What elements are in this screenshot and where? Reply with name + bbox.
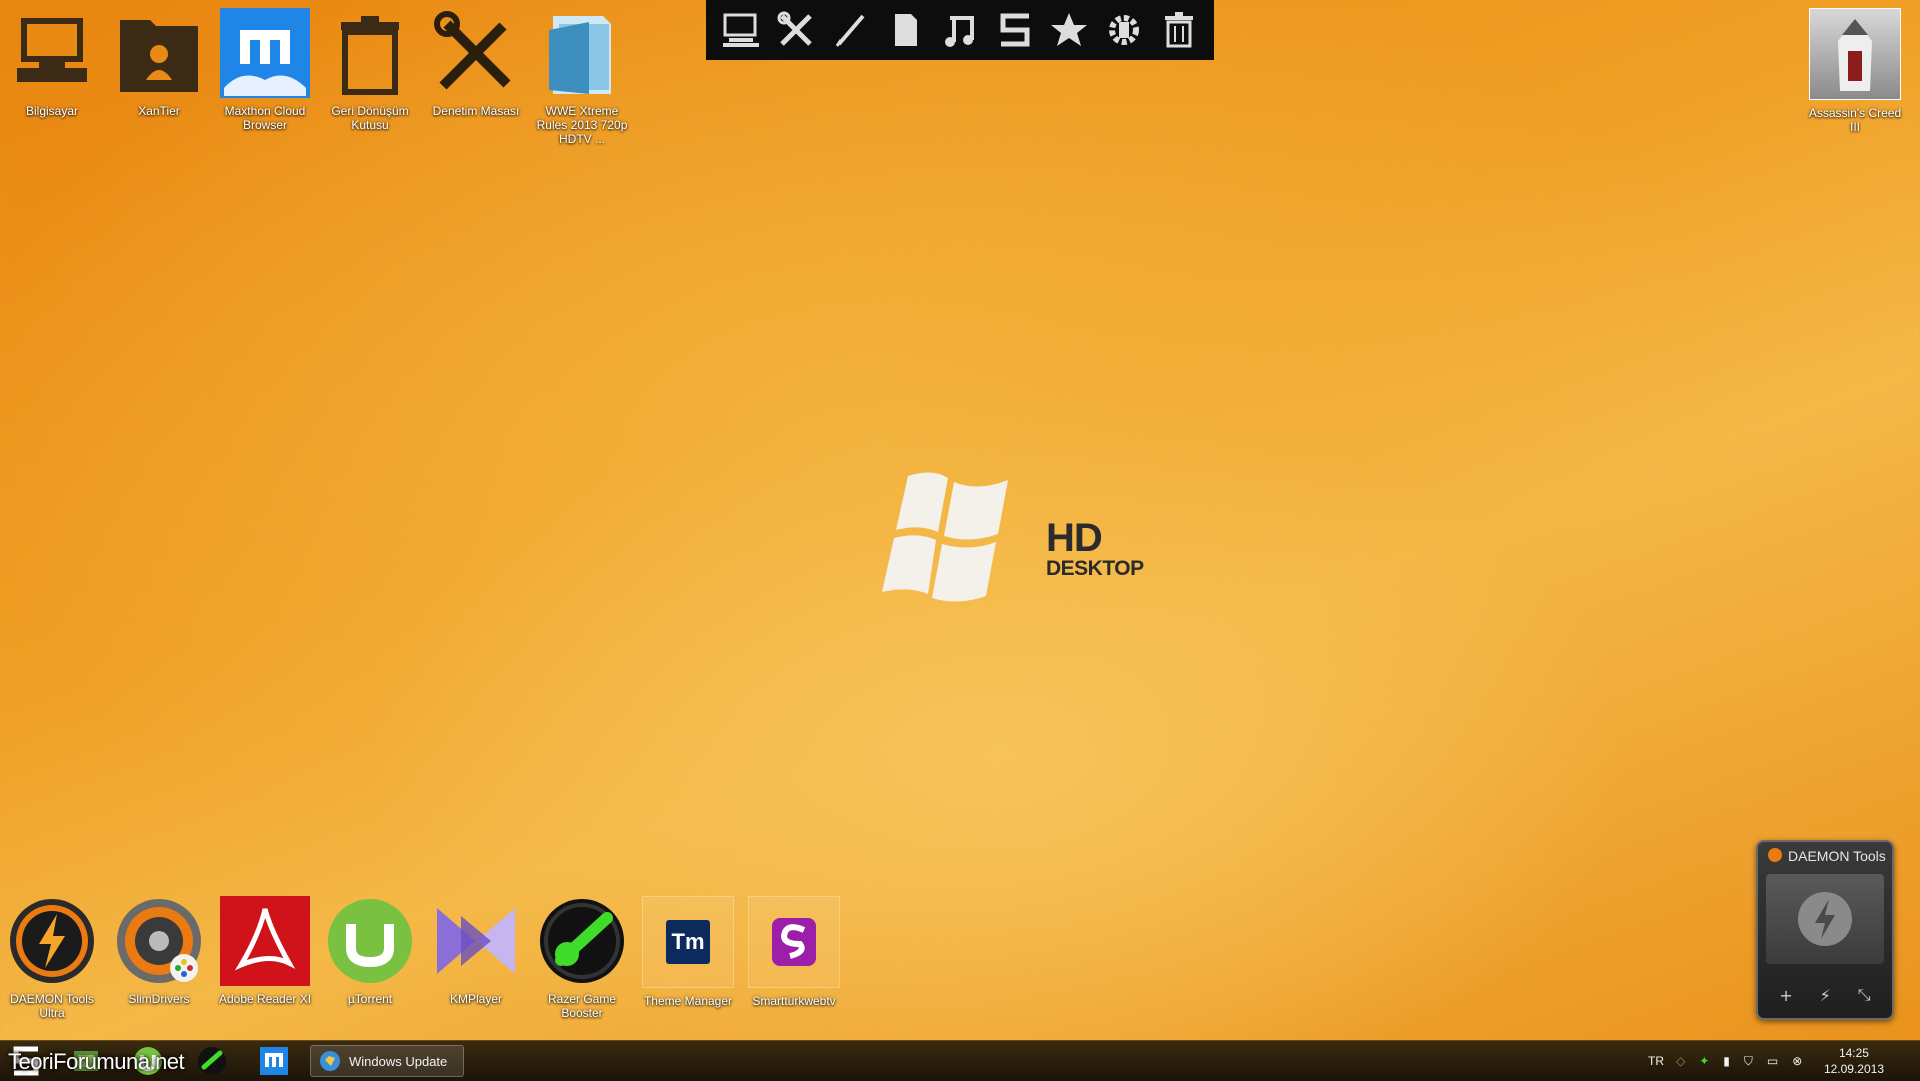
daemon-quick-mount-button[interactable]: ⚡ [1820, 986, 1831, 1005]
desktop-icon-label: DAEMON Tools Ultra [10, 992, 94, 1020]
razer-game-booster-icon [198, 1047, 226, 1075]
toolbar-settings-icon[interactable] [1102, 8, 1146, 52]
control-panel-icon [431, 8, 521, 98]
taskbar-pinned-razer[interactable] [196, 1045, 228, 1077]
desktop-icon-slimdrivers[interactable]: SlimDrivers [109, 896, 209, 1006]
daemon-widget-logo-icon [1768, 848, 1782, 862]
toolbar-music-icon[interactable] [938, 8, 982, 52]
daemon-tools-icon [7, 896, 97, 986]
desktop-icon-kmplayer[interactable]: KMPlayer [426, 896, 526, 1006]
desktop-icon-utorrent[interactable]: µTorrent [320, 896, 420, 1006]
tray-volume-icon[interactable]: ⊗ [1792, 1054, 1802, 1068]
desktop-icon-label: Theme Manager [643, 994, 733, 1008]
desktop-icon-computer[interactable]: Bilgisayar [2, 8, 102, 118]
desktop-icon-label: Bilgisayar [25, 104, 79, 118]
toolbar-star-icon[interactable] [1047, 8, 1091, 52]
toolbar-trash-icon[interactable] [1157, 8, 1201, 52]
top-launcher-bar [706, 0, 1214, 60]
desktop-icon-smartturkwebtv[interactable]: Smarttürkwebtv [744, 896, 844, 1008]
clock-date: 12.09.2013 [1823, 1062, 1884, 1076]
clock-time: 14:25 [1838, 1046, 1869, 1060]
desktop-icon-folder[interactable]: WWE Xtreme Rules 2013 720p HDTV ... [532, 8, 632, 146]
system-tray: ◇ ✦ ▮ ⛉ ▭ ⊗ [1676, 1041, 1802, 1081]
daemon-add-button[interactable]: + [1779, 986, 1792, 1005]
watermark-text: TeoriForumuna.net [8, 1049, 185, 1074]
razer-game-booster-icon [537, 896, 627, 986]
kmplayer-icon [431, 896, 521, 986]
tray-usb-icon[interactable]: ▮ [1723, 1054, 1730, 1068]
tray-network-icon[interactable]: ▭ [1767, 1054, 1778, 1068]
wallpaper-hd: HD [1046, 516, 1103, 560]
desktop-icon-daemon-tools[interactable]: DAEMON Tools Ultra [2, 896, 102, 1020]
desktop-icon-label: WWE Xtreme Rules 2013 720p HDTV ... [536, 104, 628, 146]
adobe-reader-icon [220, 896, 310, 986]
lightning-icon [1798, 892, 1852, 946]
desktop-icon-label: SlimDrivers [128, 992, 190, 1006]
desktop-icon-user-folder[interactable]: XanTier [109, 8, 209, 118]
desktop-icon-label: Geri Dönüşüm Kutusu [331, 104, 409, 132]
toolbar-tools-icon[interactable] [774, 8, 818, 52]
theme-manager-icon: Tm [642, 896, 734, 988]
daemon-widget-buttons: + ⚡ ⤡ [1766, 980, 1884, 1010]
wallpaper-desktop: DESKTOP [1046, 557, 1144, 580]
tray-razer-icon[interactable]: ✦ [1699, 1054, 1709, 1068]
maxthon-icon [260, 1047, 288, 1075]
desktop-icon-label: Smarttürkwebtv [752, 994, 836, 1008]
desktop-icon-maxthon[interactable]: Maxthon Cloud Browser [215, 8, 315, 132]
desktop-icon-label: µTorrent [347, 992, 393, 1006]
tray-chevron-icon[interactable]: ◇ [1676, 1054, 1685, 1068]
slimdrivers-icon [114, 896, 204, 986]
taskbar-pinned-maxthon[interactable] [258, 1045, 290, 1077]
desktop-icon-label: Assassin's Creed III [1808, 106, 1902, 134]
taskbar: Windows Update TR ◇ ✦ ▮ ⛉ ▭ ⊗ 14:25 12.0… [0, 1040, 1920, 1081]
theme-manager-badge: Tm [666, 920, 710, 964]
folder-icon [537, 8, 627, 98]
utorrent-icon [325, 896, 415, 986]
user-folder-icon [114, 8, 204, 98]
desktop-icon-label: Adobe Reader XI [218, 992, 312, 1006]
toolbar-document-icon[interactable] [883, 8, 927, 52]
tray-shield-icon[interactable]: ⛉ [1744, 1054, 1753, 1069]
desktop-icon-label: Razer Game Booster [547, 992, 617, 1020]
wallpaper-hd-desktop-text: HD DESKTOP [1046, 518, 1144, 580]
language-indicator[interactable]: TR [1648, 1041, 1664, 1081]
taskbar-window-windows-update[interactable]: Windows Update [310, 1045, 464, 1077]
desktop-icon-razer-game-booster[interactable]: Razer Game Booster [532, 896, 632, 1020]
toolbar-computer-icon[interactable] [719, 8, 763, 52]
maxthon-icon [220, 8, 310, 98]
daemon-widget-drop-area[interactable] [1766, 874, 1884, 964]
desktop-icon-label: XanTier [138, 104, 180, 118]
daemon-tools-widget[interactable]: DAEMON Tools + ⚡ ⤡ [1756, 840, 1894, 1020]
toolbar-pen-icon[interactable] [829, 8, 873, 52]
taskbar-clock[interactable]: 14:25 12.09.2013 [1824, 1045, 1884, 1077]
smartturkwebtv-icon [748, 896, 840, 988]
daemon-settings-button[interactable]: ⤡ [1858, 985, 1871, 1005]
desktop-icon-control-panel[interactable]: Denetim Masası [426, 8, 526, 118]
toolbar-s-icon[interactable] [993, 8, 1037, 52]
desktop-icon-recycle-bin[interactable]: Geri Dönüşüm Kutusu [320, 8, 420, 132]
desktop-icon-label: KMPlayer [449, 992, 502, 1006]
desktop-icon-game-shortcut[interactable]: Assassin's Creed III [1805, 8, 1905, 134]
language-label: TR [1648, 1054, 1664, 1068]
windows-update-icon [320, 1051, 340, 1071]
computer-icon [7, 8, 97, 98]
desktop-icon-theme-manager[interactable]: Tm Theme Manager [638, 896, 738, 1008]
desktop-icon-label: Maxthon Cloud Browser [224, 104, 306, 132]
desktop-icon-adobe-reader[interactable]: Adobe Reader XI [215, 896, 315, 1006]
recycle-bin-icon [325, 8, 415, 98]
desktop-icon-label: Denetim Masası [432, 104, 520, 118]
game-shortcut-icon [1809, 8, 1901, 100]
taskbar-window-label: Windows Update [349, 1053, 448, 1069]
